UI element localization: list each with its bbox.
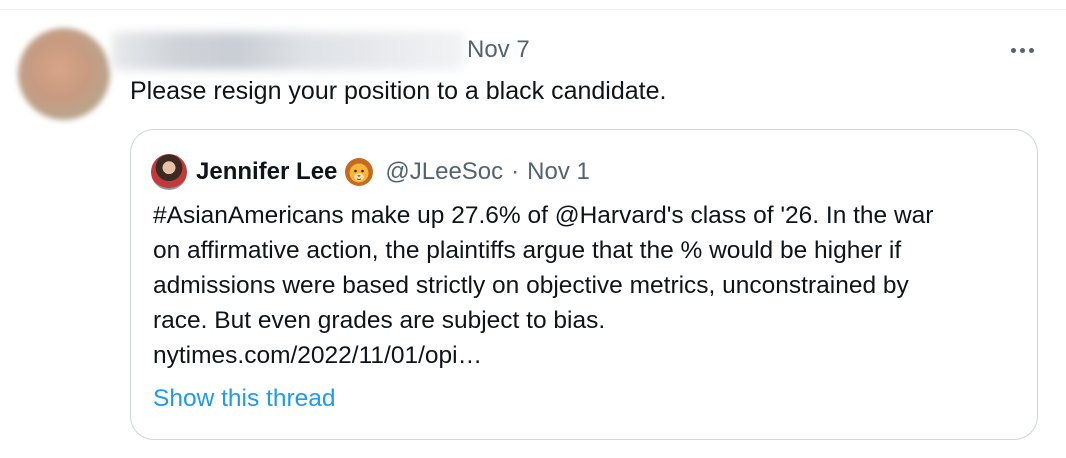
more-options-button[interactable] <box>1004 34 1040 66</box>
quoted-author-name[interactable]: Jennifer Lee <box>196 158 337 186</box>
tweet-text: Please resign your position to a black c… <box>130 77 667 105</box>
quoted-tweet-header: Jennifer Lee @JLeeSoc · Nov 1 <box>151 150 590 194</box>
quoted-tweet-card[interactable]: Jennifer Lee @JLeeSoc · Nov 1 #AsianAmer… <box>130 129 1038 440</box>
quoted-author-handle[interactable]: @JLeeSoc <box>385 158 503 186</box>
quoted-text-line: #AsianAmericans make up 27.6% of @Harvar… <box>153 202 934 229</box>
tweet-timestamp[interactable]: Nov 7 <box>467 35 530 65</box>
quoted-text-line: admissions were based strictly on object… <box>153 272 909 299</box>
quoted-tweet-date[interactable]: Nov 1 <box>527 158 590 186</box>
quoted-link[interactable]: nytimes.com/2022/11/01/opi… <box>153 338 1023 373</box>
quoted-text-line: race. But even grades are subject to bia… <box>153 307 606 334</box>
tweet[interactable]: Nov 7 Please resign your position to a b… <box>0 10 1066 458</box>
quoted-text-line: on affirmative action, the plaintiffs ar… <box>153 237 902 264</box>
lion-emoji-icon <box>343 156 375 188</box>
separator-dot: · <box>511 158 520 185</box>
quoted-tweet-text: #AsianAmericans make up 27.6% of @Harvar… <box>153 198 1023 373</box>
avatar[interactable] <box>18 28 110 120</box>
author-name-redacted[interactable] <box>112 32 464 70</box>
show-thread-link[interactable]: Show this thread <box>153 382 336 416</box>
more-horizontal-icon <box>1028 47 1034 53</box>
more-horizontal-icon <box>1010 47 1016 53</box>
quoted-author-avatar[interactable] <box>151 154 187 190</box>
more-horizontal-icon <box>1019 47 1025 53</box>
